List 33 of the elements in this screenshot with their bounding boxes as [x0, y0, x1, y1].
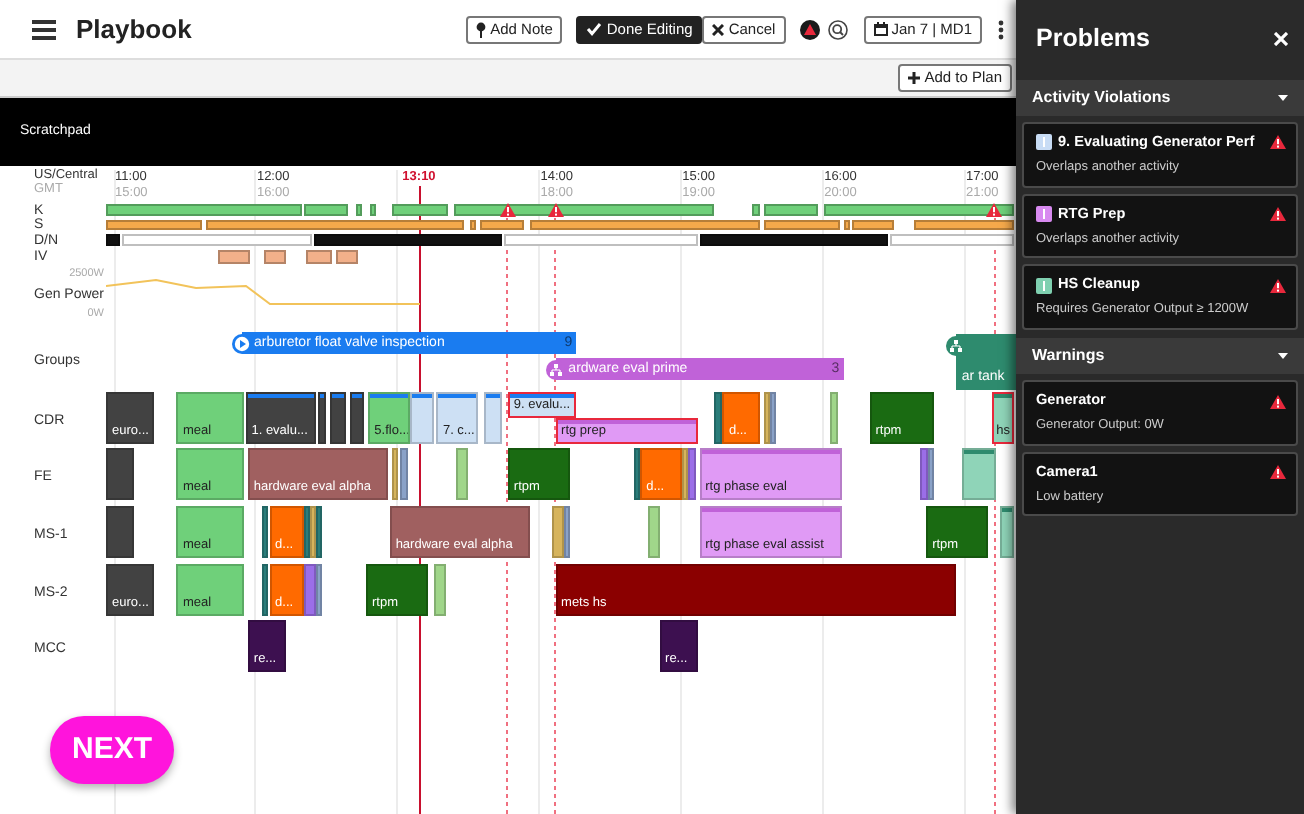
warning-icon	[1270, 393, 1286, 410]
activity-bar[interactable]	[633, 448, 640, 500]
close-icon[interactable]	[1274, 31, 1288, 45]
group-icon[interactable]	[546, 359, 567, 379]
activity-bar[interactable]	[316, 506, 323, 558]
warning-icon[interactable]	[499, 202, 516, 218]
section-title: Activity Violations	[1032, 86, 1171, 110]
pin-icon	[476, 21, 487, 37]
section-title: Warnings	[1032, 344, 1105, 369]
more-icon[interactable]	[998, 19, 1004, 39]
app-title: Playbook	[76, 11, 192, 48]
play-icon[interactable]	[232, 333, 252, 353]
warning-icon	[1270, 206, 1286, 223]
menu-icon[interactable]	[32, 19, 56, 39]
calendar-icon	[873, 22, 888, 36]
warning-icon[interactable]	[547, 202, 564, 218]
activity-bar[interactable]	[713, 392, 722, 444]
caret-icon[interactable]	[1278, 94, 1288, 102]
warning-icon	[1270, 464, 1286, 481]
close-icon	[712, 23, 725, 35]
group-icon[interactable]	[945, 336, 966, 356]
alert-icon[interactable]	[799, 19, 820, 39]
caret-icon[interactable]	[1278, 352, 1288, 361]
activity-bar[interactable]	[349, 392, 365, 444]
check-icon	[586, 22, 603, 36]
panel-title: Problems	[1036, 21, 1150, 56]
warning-icon[interactable]	[986, 202, 1003, 218]
activity-bar[interactable]	[318, 392, 327, 444]
warning-icon	[1270, 277, 1286, 294]
activity-bar[interactable]	[919, 448, 928, 500]
warning-icon	[1270, 134, 1286, 151]
search-icon[interactable]	[827, 19, 848, 39]
plus-icon	[908, 72, 921, 84]
